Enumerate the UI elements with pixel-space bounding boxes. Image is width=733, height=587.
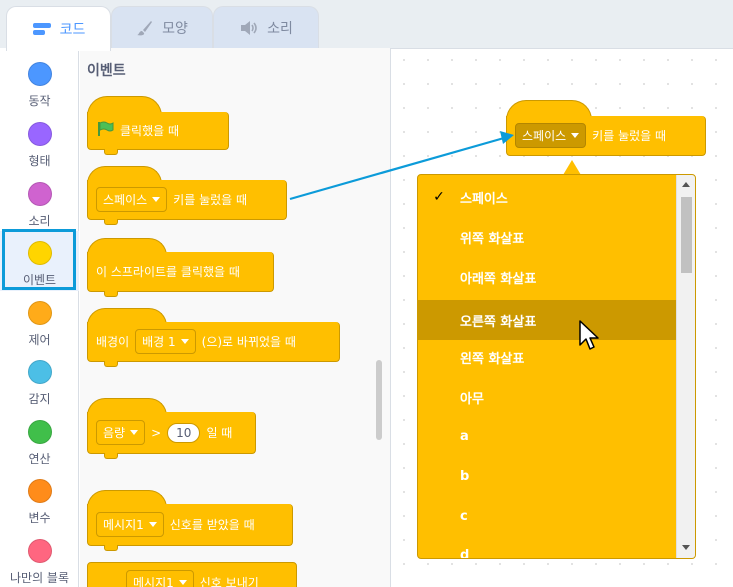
item-label: 왼쪽 화살표 (460, 351, 525, 367)
tab-code[interactable]: 코드 (6, 6, 111, 51)
dropdown-item-highlighted[interactable]: 오른쪽 화살표 (418, 300, 676, 340)
dropdown-scrollbar[interactable] (676, 175, 695, 558)
item-label: 오른쪽 화살표 (460, 314, 537, 330)
selection-highlight (2, 229, 76, 290)
key-dropdown-menu: ✓ 스페이스 위쪽 화살표 아래쪽 화살표 오른쪽 화살표 왼쪽 화살표 아무 a… (417, 174, 696, 559)
scratch-editor: 코드 모양 소리 동작 형태 소리 이벤트 제어 감지 연산 변수 나만의 블록… (0, 0, 733, 587)
code-icon (32, 21, 52, 37)
item-label: c (460, 508, 468, 524)
dropdown-item[interactable]: a (418, 416, 676, 456)
dropdown-pointer (563, 160, 581, 175)
scroll-up-icon[interactable] (682, 182, 690, 187)
dropdown-item[interactable]: 위쪽 화살표 (418, 217, 676, 257)
dropdown-item[interactable]: ✓ 스페이스 (418, 177, 676, 217)
dropdown-item[interactable]: b (418, 456, 676, 496)
dropdown-item[interactable]: 아래쪽 화살표 (418, 257, 676, 297)
mouse-cursor-icon (579, 320, 599, 350)
tab-label: 코드 (59, 22, 86, 38)
dropdown-item[interactable]: 왼쪽 화살표 (418, 337, 676, 377)
item-label: b (460, 468, 470, 484)
item-label: 아무 (460, 391, 484, 407)
item-label: 스페이스 (460, 191, 508, 207)
item-label: 위쪽 화살표 (460, 231, 525, 247)
item-label: a (460, 428, 469, 444)
item-label: 아래쪽 화살표 (460, 271, 537, 287)
scroll-down-icon[interactable] (682, 545, 690, 550)
dropdown-item[interactable]: 아무 (418, 377, 676, 417)
item-label: d (460, 547, 470, 559)
dropdown-item[interactable]: d (418, 535, 676, 559)
dropdown-item[interactable]: c (418, 496, 676, 536)
scrollbar-thumb[interactable] (681, 197, 692, 273)
checkmark-icon: ✓ (433, 189, 445, 205)
